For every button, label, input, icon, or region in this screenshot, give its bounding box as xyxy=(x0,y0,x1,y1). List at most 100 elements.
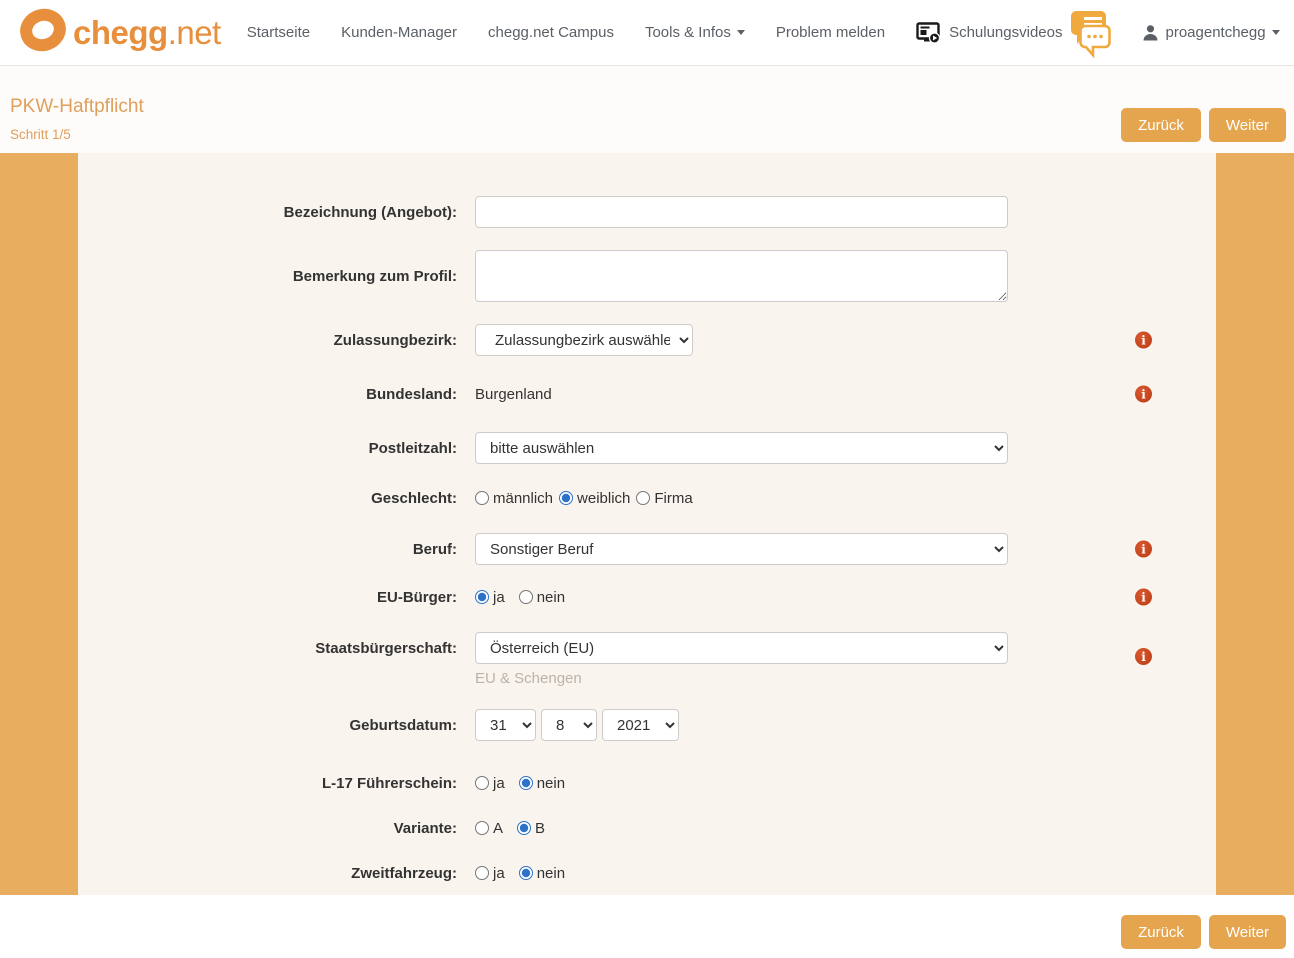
bezeichnung-input[interactable] xyxy=(475,196,1008,228)
form-row-staatsbuergerschaft: Staatsbürgerschaft: Österreich (EU) EU &… xyxy=(78,632,1216,687)
form-row-postleitzahl: Postleitzahl: bitte auswählen xyxy=(78,432,1216,464)
variante-option-a[interactable]: A xyxy=(475,820,503,837)
beruf-label: Beruf: xyxy=(78,541,457,558)
form-row-zulassungsbezirk: Zulassungbezirk: Zulassungbezirk auswähl… xyxy=(78,324,1216,356)
info-icon[interactable]: i xyxy=(1135,541,1152,558)
radio-label: ja xyxy=(493,775,505,792)
variante-radio-group: A B xyxy=(475,820,1008,837)
radio-label: männlich xyxy=(493,490,553,507)
zweitfahrzeug-label: Zweitfahrzeug: xyxy=(78,865,457,882)
radio-label: Firma xyxy=(654,490,692,507)
zweitfahrzeug-option-ja[interactable]: ja xyxy=(475,865,505,882)
nav-item-kunden-manager[interactable]: Kunden-Manager xyxy=(341,24,457,41)
brand-logo-icon xyxy=(20,8,66,57)
geburtsdatum-month-select[interactable]: 8 xyxy=(541,709,597,741)
staatsbuergerschaft-label: Staatsbürgerschaft: xyxy=(78,640,457,657)
zulassungsbezirk-label: Zulassungbezirk: xyxy=(78,332,457,349)
eu-buerger-label: EU-Bürger: xyxy=(78,589,457,606)
staatsbuergerschaft-control: Österreich (EU) EU & Schengen xyxy=(475,632,1008,687)
beruf-select[interactable]: Sonstiger Beruf xyxy=(475,533,1008,565)
user-icon xyxy=(1142,24,1159,41)
chevron-down-icon xyxy=(1272,30,1280,35)
form-row-l17: L-17 Führerschein: ja nein xyxy=(78,773,1216,793)
radio-label: weiblich xyxy=(577,490,630,507)
form-row-geburtsdatum: Geburtsdatum: 31 8 2021 xyxy=(78,709,1216,741)
content-band: Bezeichnung (Angebot): Bemerkung zum Pro… xyxy=(0,153,1294,895)
form-row-geschlecht: Geschlecht: männlich weiblich Firma xyxy=(78,488,1216,508)
bemerkung-label: Bemerkung zum Profil: xyxy=(78,268,457,285)
radio-label: nein xyxy=(537,589,565,606)
bemerkung-textarea[interactable] xyxy=(475,250,1008,302)
form-row-eu-buerger: EU-Bürger: ja nein i xyxy=(78,587,1216,607)
form-row-beruf: Beruf: Sonstiger Beruf i xyxy=(78,533,1216,565)
user-menu[interactable]: proagentchegg xyxy=(1142,24,1279,41)
step-indicator: Schritt 1/5 xyxy=(10,127,1284,142)
nav-item-schulungsvideos[interactable]: Schulungsvideos xyxy=(916,22,1062,44)
nav-links: Startseite Kunden-Manager chegg.net Camp… xyxy=(247,22,1063,44)
geschlecht-option-maennlich[interactable]: männlich xyxy=(475,490,553,507)
nav-item-schulungsvideos-label: Schulungsvideos xyxy=(949,24,1062,41)
form-row-bezeichnung: Bezeichnung (Angebot): xyxy=(78,196,1216,228)
geburtsdatum-year-select[interactable]: 2021 xyxy=(602,709,679,741)
zulassungsbezirk-select[interactable]: Zulassungbezirk auswählen xyxy=(475,324,693,356)
user-name: proagentchegg xyxy=(1165,24,1265,41)
eu-buerger-option-nein[interactable]: nein xyxy=(519,589,565,606)
top-navbar: chegg.net Startseite Kunden-Manager cheg… xyxy=(0,0,1294,66)
l17-radio-group: ja nein xyxy=(475,775,1008,792)
radio-label: B xyxy=(535,820,545,837)
zweitfahrzeug-option-nein[interactable]: nein xyxy=(519,865,565,882)
page-header: PKW-Haftpflicht Schritt 1/5 Zurück Weite… xyxy=(0,66,1294,153)
info-icon[interactable]: i xyxy=(1135,648,1152,665)
chevron-down-icon xyxy=(737,30,745,35)
info-icon[interactable]: i xyxy=(1135,589,1152,606)
eu-buerger-option-ja[interactable]: ja xyxy=(475,589,505,606)
page-footer: Zurück Weiter xyxy=(0,895,1294,958)
zweitfahrzeug-radio-group: ja nein xyxy=(475,865,1008,882)
chat-bubbles-icon[interactable] xyxy=(1062,9,1116,61)
nav-item-problem-melden[interactable]: Problem melden xyxy=(776,24,885,41)
nav-item-tools-infos[interactable]: Tools & Infos xyxy=(645,24,745,41)
footer-buttons: Zurück Weiter xyxy=(1121,915,1286,949)
brand-logo[interactable]: chegg.net xyxy=(20,8,221,57)
radio-label: nein xyxy=(537,775,565,792)
eu-buerger-radio-group: ja nein xyxy=(475,589,1008,606)
geschlecht-option-firma[interactable]: Firma xyxy=(636,490,692,507)
form-panel: Bezeichnung (Angebot): Bemerkung zum Pro… xyxy=(78,153,1216,895)
form-row-zweitfahrzeug: Zweitfahrzeug: ja nein xyxy=(78,863,1216,883)
radio-label: nein xyxy=(537,865,565,882)
header-buttons: Zurück Weiter xyxy=(1121,108,1286,142)
variante-option-b[interactable]: B xyxy=(517,820,545,837)
geschlecht-label: Geschlecht: xyxy=(78,490,457,507)
back-button-top[interactable]: Zurück xyxy=(1121,108,1201,142)
bundesland-label: Bundesland: xyxy=(78,386,457,403)
back-button-bottom[interactable]: Zurück xyxy=(1121,915,1201,949)
form-row-variante: Variante: A B xyxy=(78,818,1216,838)
next-button-bottom[interactable]: Weiter xyxy=(1209,915,1286,949)
page-title: PKW-Haftpflicht xyxy=(10,96,1284,118)
nav-item-tools-infos-label: Tools & Infos xyxy=(645,24,731,41)
geschlecht-radio-group: männlich weiblich Firma xyxy=(475,490,1008,507)
video-monitor-icon xyxy=(916,22,941,44)
geburtsdatum-label: Geburtsdatum: xyxy=(78,717,457,734)
geschlecht-option-weiblich[interactable]: weiblich xyxy=(559,490,630,507)
info-icon[interactable]: i xyxy=(1135,332,1152,349)
nav-item-campus[interactable]: chegg.net Campus xyxy=(488,24,614,41)
staatsbuergerschaft-select[interactable]: Österreich (EU) xyxy=(475,632,1008,664)
postleitzahl-select[interactable]: bitte auswählen xyxy=(475,432,1008,464)
l17-label: L-17 Führerschein: xyxy=(78,775,457,792)
info-icon[interactable]: i xyxy=(1135,386,1152,403)
bezeichnung-label: Bezeichnung (Angebot): xyxy=(78,204,457,221)
geburtsdatum-day-select[interactable]: 31 xyxy=(475,709,536,741)
next-button-top[interactable]: Weiter xyxy=(1209,108,1286,142)
bundesland-value: Burgenland xyxy=(475,386,1008,403)
brand-logo-text: chegg.net xyxy=(73,14,221,52)
l17-option-nein[interactable]: nein xyxy=(519,775,565,792)
l17-option-ja[interactable]: ja xyxy=(475,775,505,792)
form-row-bundesland: Bundesland: Burgenland i xyxy=(78,378,1216,410)
radio-label: ja xyxy=(493,589,505,606)
radio-label: A xyxy=(493,820,503,837)
postleitzahl-label: Postleitzahl: xyxy=(78,440,457,457)
variante-label: Variante: xyxy=(78,820,457,837)
radio-label: ja xyxy=(493,865,505,882)
nav-item-startseite[interactable]: Startseite xyxy=(247,24,310,41)
